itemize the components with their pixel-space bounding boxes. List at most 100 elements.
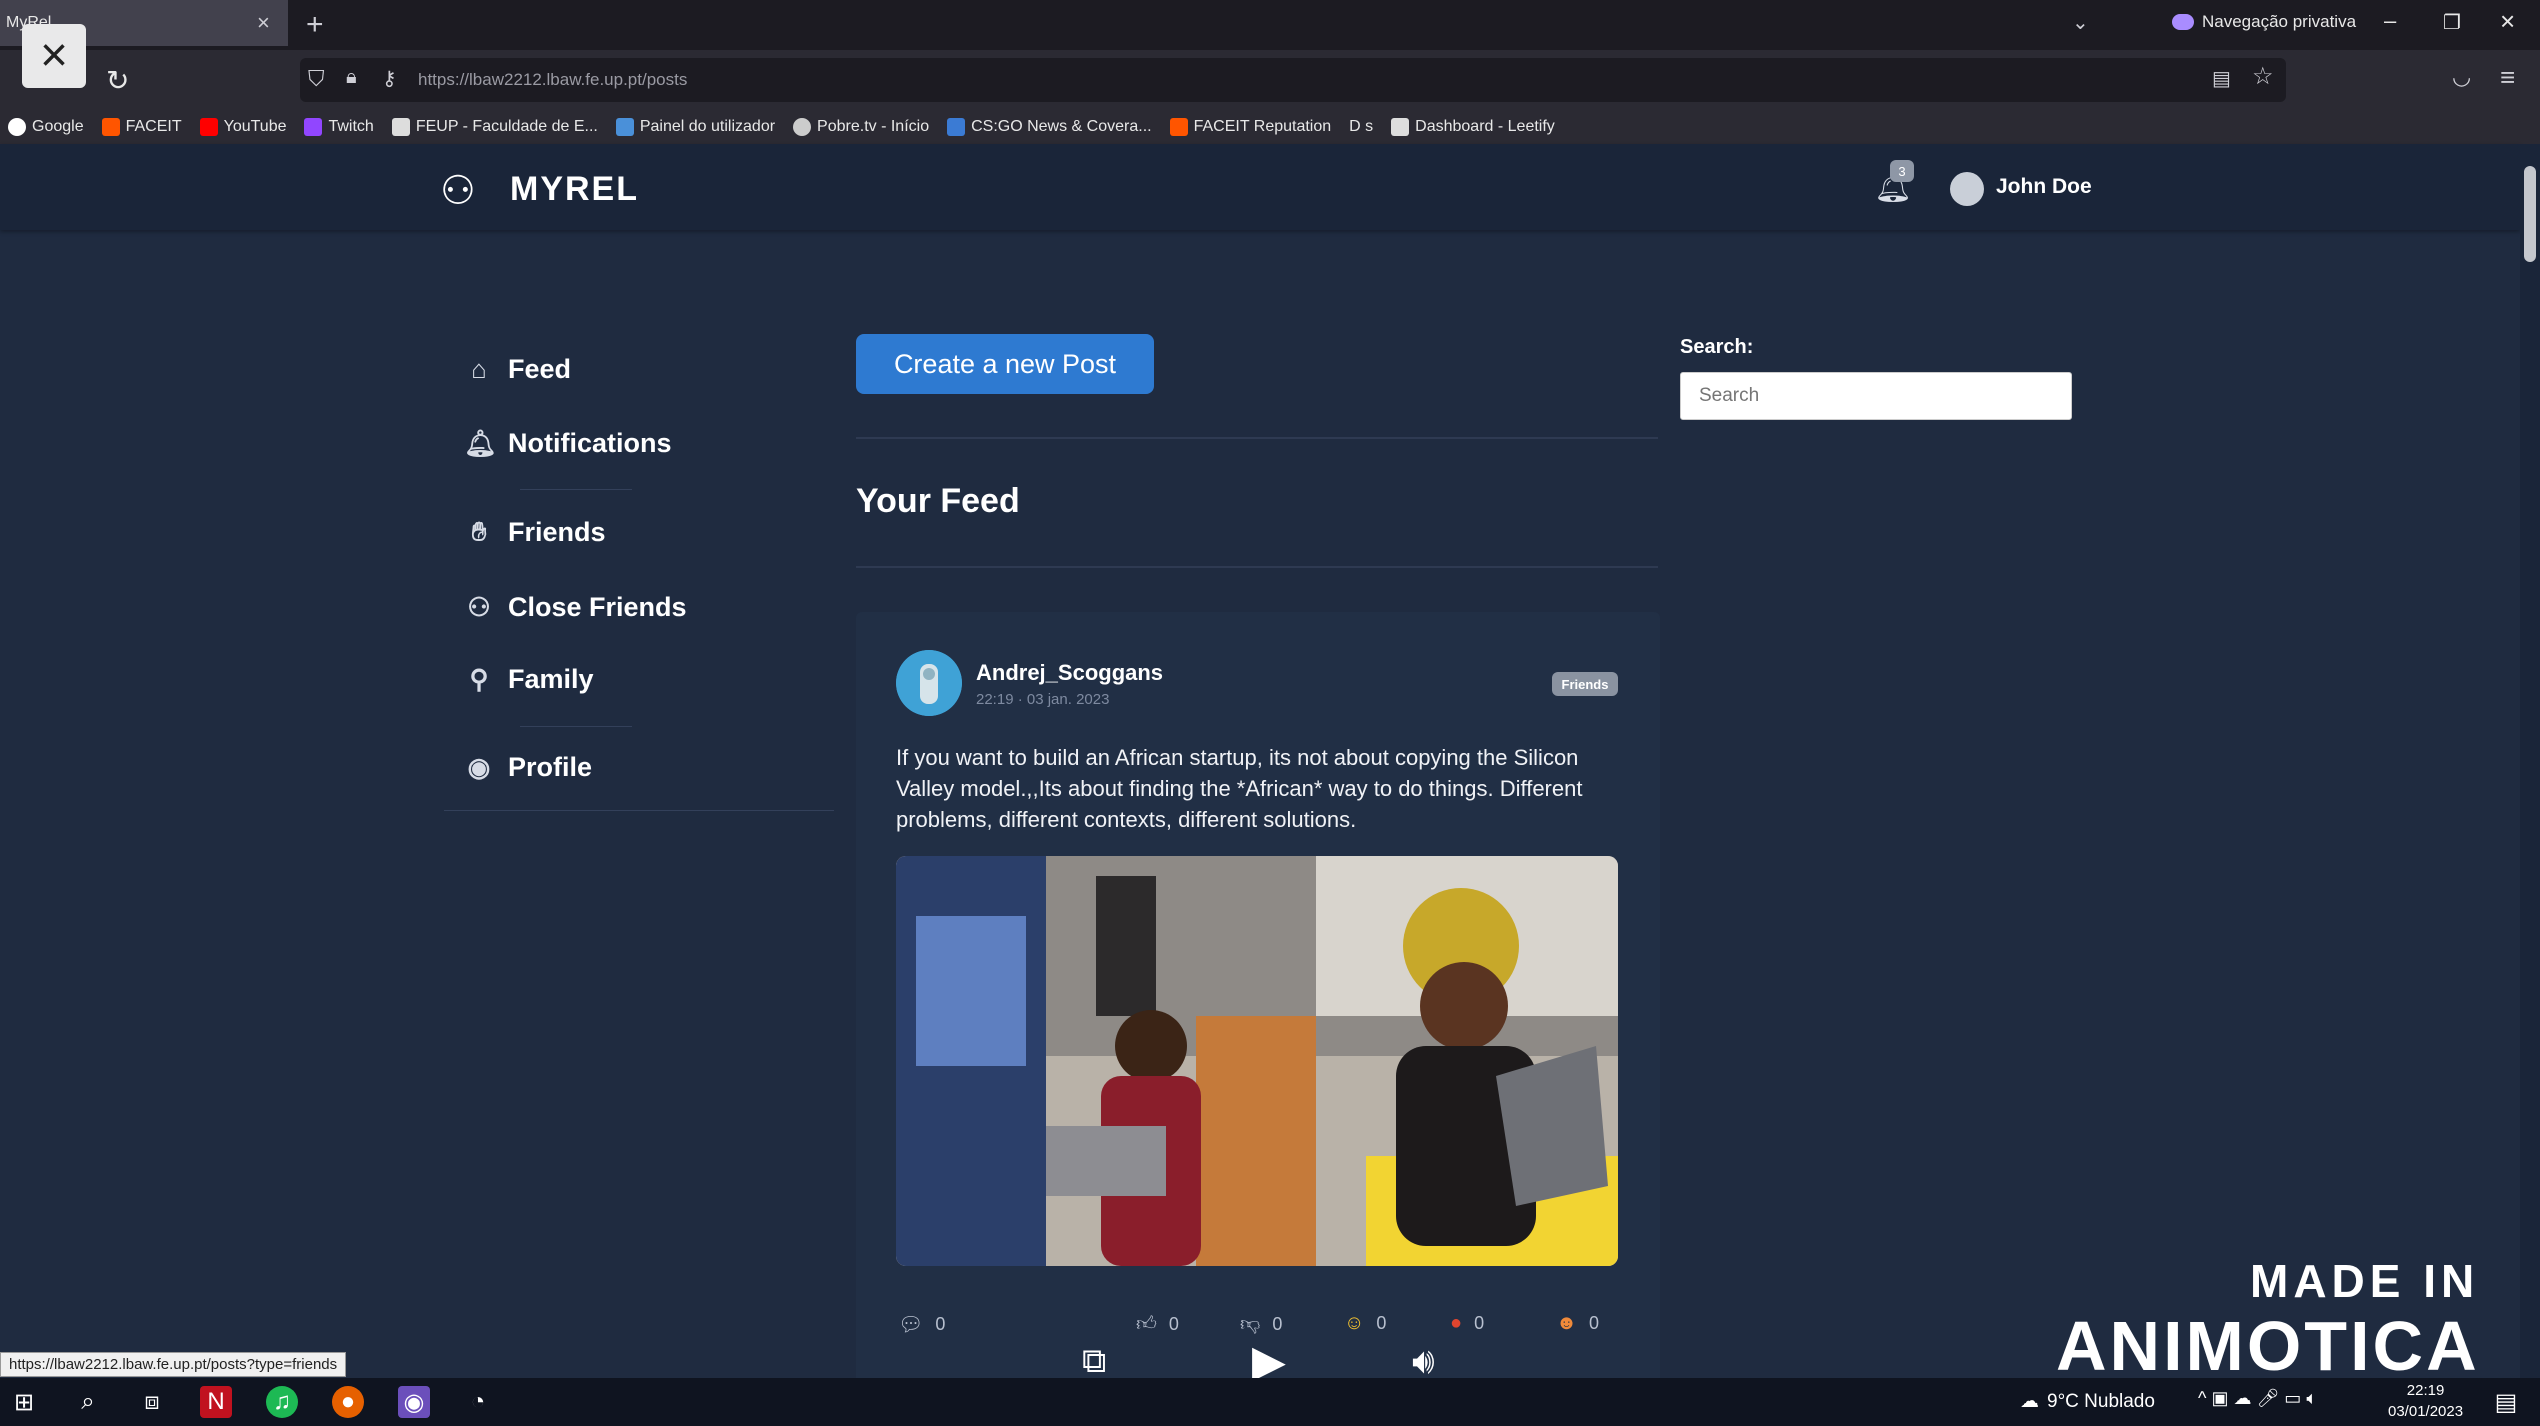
- system-tray-icons[interactable]: ^ ▣ ☁ 🎤︎ ▭ 🔈︎: [2198, 1388, 2317, 1409]
- hamburger-menu-icon[interactable]: ≡: [2500, 62, 2515, 93]
- home-icon: ⌂: [471, 354, 487, 384]
- task-view-icon[interactable]: ⧈: [136, 1386, 168, 1418]
- bookmark-faceit-reputation[interactable]: FACEIT Reputation: [1169, 118, 1331, 136]
- notification-center-icon[interactable]: ▤: [2490, 1386, 2522, 1418]
- sidebar-item-family[interactable]: ⚲ Family: [464, 664, 593, 695]
- clock-app-icon[interactable]: ◔: [462, 1386, 494, 1418]
- window-close-button[interactable]: ×: [2500, 6, 2515, 37]
- user-name[interactable]: John Doe: [1996, 175, 2092, 199]
- profile-icon: ◉: [467, 752, 491, 782]
- reaction-like[interactable]: 👍︎ 0: [1136, 1312, 1179, 1336]
- sidebar-item-notifications[interactable]: 🔔︎ Notifications: [464, 428, 672, 459]
- pocket-icon[interactable]: ◡: [2452, 64, 2471, 90]
- bookmark-star-icon[interactable]: ☆: [2252, 62, 2274, 91]
- youtube-icon: [199, 118, 218, 136]
- player-close-icon[interactable]: ×: [22, 24, 86, 88]
- bookmark-pobretv[interactable]: Pobre.tv - Início: [793, 118, 929, 136]
- new-tab-button[interactable]: +: [306, 8, 324, 42]
- bookmark-google[interactable]: Google: [8, 118, 84, 136]
- window-restore-button[interactable]: ❐: [2443, 10, 2461, 35]
- window-minimize-button[interactable]: –: [2384, 8, 2396, 34]
- netflix-icon[interactable]: N: [200, 1386, 232, 1418]
- bookmark-leetify[interactable]: Dashboard - Leetify: [1391, 118, 1555, 136]
- lock-icon[interactable]: 🔒︎: [346, 66, 357, 89]
- sidebar-item-close-friends[interactable]: ⚇ Close Friends: [464, 592, 687, 623]
- sidebar-item-label: Notifications: [508, 428, 672, 458]
- post-timestamp: 22:19 · 03 jan. 2023: [976, 691, 1110, 708]
- logo-people-icon[interactable]: ⚇: [440, 168, 476, 214]
- family-icon: ⚲: [469, 664, 489, 694]
- reaction-laugh[interactable]: ☺ 0: [1344, 1312, 1386, 1335]
- laugh-icon: ☺: [1344, 1312, 1365, 1334]
- sidebar-bottom-divider: [444, 810, 834, 811]
- scrollbar-thumb[interactable]: [2524, 166, 2536, 262]
- bookmark-twitch[interactable]: Twitch: [304, 118, 374, 136]
- user-avatar[interactable]: [1950, 172, 1984, 206]
- sidebar-item-label: Profile: [508, 752, 593, 782]
- firefox-private-icon[interactable]: ◉: [398, 1386, 430, 1418]
- tab-close-icon[interactable]: ×: [257, 10, 270, 36]
- windows-taskbar: [0, 1378, 2540, 1426]
- twitch-icon: [304, 118, 323, 136]
- weather-text: 9°C Nublado: [2047, 1390, 2155, 1412]
- create-post-button[interactable]: Create a new Post: [856, 334, 1154, 394]
- post-image[interactable]: [896, 856, 1618, 1266]
- search-label: Search:: [1680, 336, 1754, 358]
- weather-widget[interactable]: ☁ 9°C Nublado: [2020, 1390, 2155, 1413]
- browser-tab-bar: [0, 0, 2540, 50]
- reaction-love[interactable]: ☻ 0: [1556, 1312, 1599, 1335]
- search-input[interactable]: [1680, 372, 2072, 420]
- bookmark-youtube[interactable]: YouTube: [199, 118, 286, 136]
- reaction-angry[interactable]: ● 0: [1450, 1312, 1484, 1335]
- angry-icon: ●: [1450, 1312, 1463, 1334]
- comment-icon: 💬︎: [898, 1314, 924, 1336]
- page-scrollbar[interactable]: [2520, 144, 2540, 1378]
- feup-icon: [391, 118, 410, 136]
- sidebar-item-label: Feed: [508, 354, 572, 384]
- post-text: If you want to build an African startup,…: [896, 745, 1583, 832]
- reaction-count: 0: [1376, 1313, 1387, 1333]
- sidebar-item-profile[interactable]: ◉ Profile: [464, 752, 592, 783]
- bookmark-ds[interactable]: D s: [1349, 118, 1373, 136]
- love-icon: ☻: [1556, 1312, 1578, 1334]
- bookmark-feup[interactable]: FEUP - Faculdade de E...: [391, 118, 598, 136]
- reaction-count: 0: [1474, 1313, 1485, 1333]
- tracking-shield-icon[interactable]: ⛉: [308, 66, 325, 92]
- sidebar-item-feed[interactable]: ⌂ Feed: [464, 354, 571, 385]
- feed-title: Your Feed: [856, 482, 1020, 520]
- clock-date: 03/01/2023: [2388, 1403, 2464, 1420]
- firefox-icon[interactable]: ●: [332, 1386, 364, 1418]
- painel-icon: [615, 118, 634, 136]
- picture-in-picture-icon[interactable]: ⧉: [1082, 1342, 1106, 1381]
- faceit-icon: [101, 118, 120, 136]
- windows-start-icon[interactable]: ⊞: [8, 1386, 40, 1418]
- post-author-avatar[interactable]: [896, 650, 962, 716]
- reaction-dislike[interactable]: 👎︎ 0: [1240, 1312, 1282, 1336]
- url-text[interactable]: https://lbaw2212.lbaw.fe.up.pt/posts: [418, 70, 687, 90]
- site-logo[interactable]: MYREL: [510, 170, 639, 209]
- google-icon: [8, 118, 26, 136]
- bookmark-faceit[interactable]: FACEIT: [101, 118, 182, 136]
- cloud-icon: ☁: [2020, 1391, 2039, 1412]
- comment-button[interactable]: 💬︎ 0: [898, 1312, 945, 1337]
- reader-view-icon[interactable]: ▤: [2212, 66, 2231, 91]
- hand-icon: ✋︎: [471, 516, 487, 546]
- bookmark-csgo[interactable]: CS:GO News & Covera...: [947, 118, 1152, 136]
- private-browsing-indicator: Navegação privativa: [2172, 12, 2356, 32]
- tab-list-chevron-icon[interactable]: ⌄: [2072, 10, 2089, 35]
- sidebar-item-friends[interactable]: ✋︎ Friends: [464, 516, 606, 548]
- divider: [856, 437, 1658, 439]
- volume-icon[interactable]: 🔊︎: [1412, 1340, 1435, 1383]
- post-author[interactable]: Andrej_Scoggans: [976, 660, 1163, 686]
- key-icon[interactable]: ⚷: [382, 66, 397, 91]
- bookmark-painel[interactable]: Painel do utilizador: [615, 118, 775, 136]
- reload-icon[interactable]: ↻: [106, 64, 129, 97]
- search-icon[interactable]: ⌕: [72, 1386, 104, 1418]
- sidebar-item-label: Close Friends: [508, 592, 687, 622]
- taskbar-clock[interactable]: 22:19 03/01/2023: [2388, 1380, 2463, 1422]
- spotify-icon[interactable]: ♫: [266, 1386, 298, 1418]
- private-mask-icon: [2172, 14, 2194, 30]
- leetify-icon: [1391, 118, 1410, 136]
- clock-time: 22:19: [2406, 1382, 2445, 1399]
- watermark-line1: MADE IN: [2250, 1255, 2480, 1307]
